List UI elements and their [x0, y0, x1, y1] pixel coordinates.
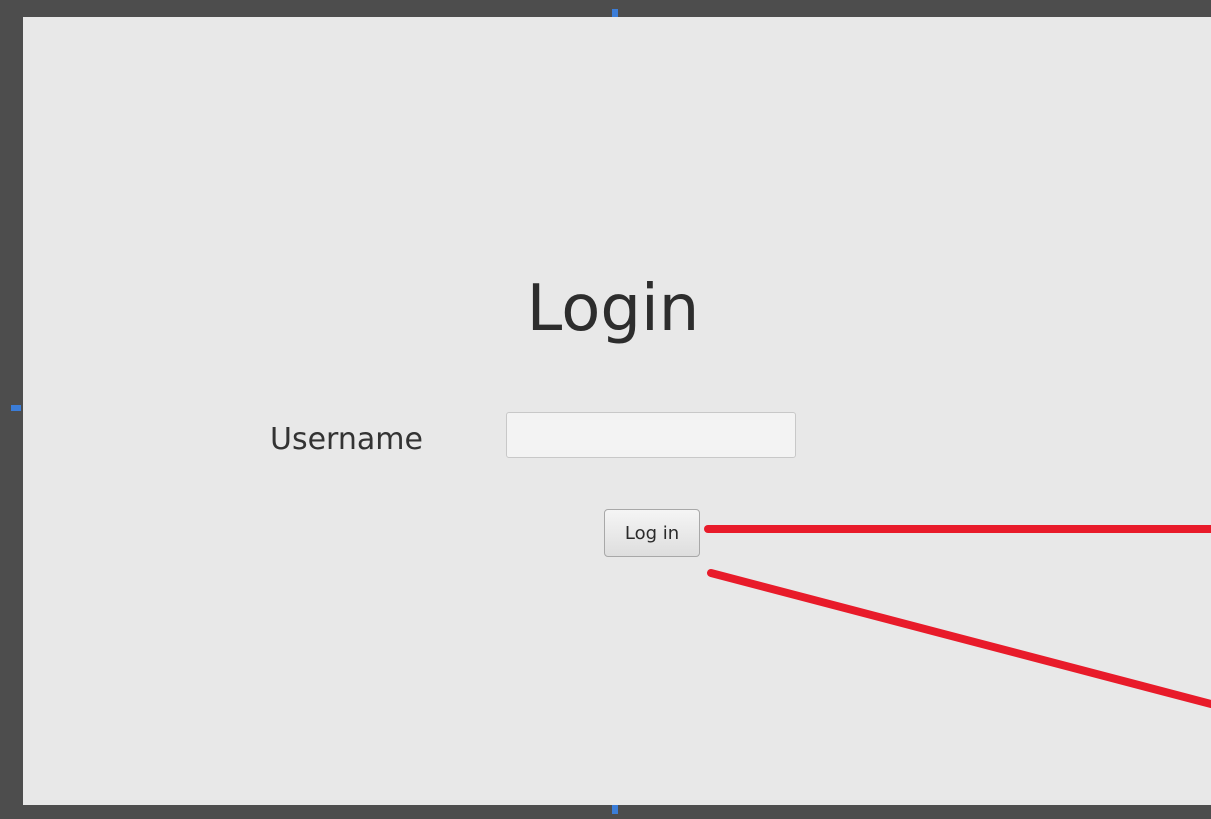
login-pane: Login Username Log in — [23, 17, 1211, 805]
page-title: Login — [526, 272, 700, 346]
username-input[interactable] — [506, 412, 796, 458]
login-button[interactable]: Log in — [604, 509, 700, 557]
selection-handle-bottom[interactable] — [612, 804, 618, 814]
selection-handle-left[interactable] — [11, 405, 21, 411]
username-label: Username — [270, 422, 423, 457]
design-canvas: Login Username Log in — [0, 0, 1211, 819]
